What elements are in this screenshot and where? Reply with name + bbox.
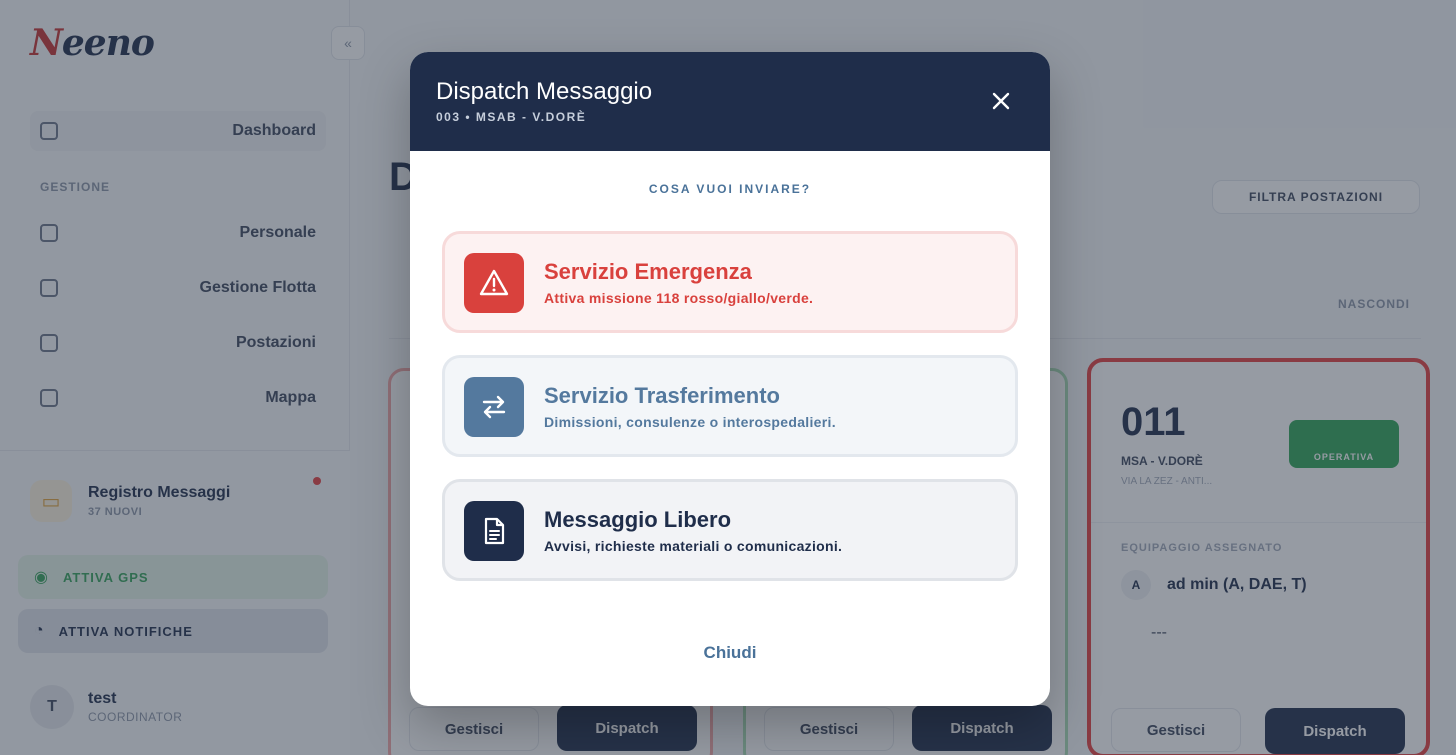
dispatch-modal: Dispatch Messaggio 003 • MSAB - V.DORÈ C… [410, 52, 1050, 706]
option-free-message[interactable]: Messaggio Libero Avvisi, richieste mater… [442, 479, 1018, 581]
option-emergency-service[interactable]: Servizio Emergenza Attiva missione 118 r… [442, 231, 1018, 333]
transfer-arrows-icon [464, 377, 524, 437]
modal-subtitle: 003 • MSAB - V.DORÈ [436, 110, 587, 124]
option-title: Servizio Emergenza [544, 259, 752, 284]
modal-question: COSA VUOI INVIARE? [648, 182, 812, 196]
modal-header: Dispatch Messaggio 003 • MSAB - V.DORÈ [410, 52, 1050, 151]
option-title: Messaggio Libero [544, 507, 732, 532]
option-description: Avvisi, richieste materiali o comunicazi… [544, 538, 843, 554]
modal-title: Dispatch Messaggio [436, 78, 653, 105]
document-icon [464, 501, 524, 561]
warning-triangle-icon [464, 253, 524, 313]
option-description: Attiva missione 118 rosso/giallo/verde. [544, 290, 814, 306]
option-title: Servizio Trasferimento [544, 383, 780, 408]
option-transfer-service[interactable]: Servizio Trasferimento Dimissioni, consu… [442, 355, 1018, 457]
close-modal-button[interactable]: Chiudi [680, 638, 780, 668]
close-icon [992, 92, 1010, 110]
option-description: Dimissioni, consulenze o interospedalier… [544, 414, 836, 430]
close-button[interactable] [986, 86, 1016, 116]
